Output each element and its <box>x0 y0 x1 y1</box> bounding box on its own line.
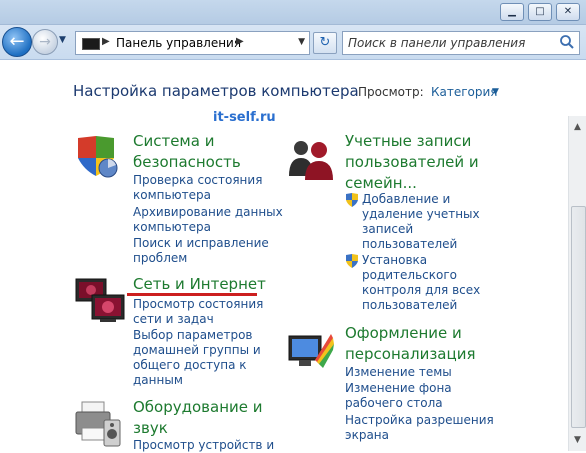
uac-shield-icon <box>346 254 358 268</box>
link-line[interactable]: компьютера <box>133 188 262 203</box>
users-icon <box>289 141 333 180</box>
page-title: Настройка параметров компьютера <box>73 82 359 100</box>
link-line[interactable]: пользователей <box>362 298 480 313</box>
forward-arrow-icon[interactable]: → <box>32 29 58 55</box>
link-add-remove-accounts[interactable]: Добавление и удаление учетных записей по… <box>362 192 480 252</box>
link-change-background[interactable]: Изменение фона рабочего стола <box>345 381 452 411</box>
search-placeholder: Поиск в панели управления <box>348 36 526 50</box>
link-line[interactable]: Просмотр состояния <box>133 297 263 312</box>
shield-icon <box>78 136 118 178</box>
link-line[interactable]: Проверка состояния <box>133 173 262 188</box>
scrollbar-thumb[interactable] <box>571 206 586 428</box>
address-dropdown-icon[interactable]: ▼ <box>298 37 305 47</box>
category-system-security[interactable]: Система и безопасность <box>133 131 241 173</box>
breadcrumb-control-panel[interactable]: Панель управления <box>116 36 241 50</box>
network-monitors-icon <box>75 278 125 322</box>
link-line[interactable]: Настройка разрешения <box>345 413 494 428</box>
link-line[interactable]: экрана <box>345 428 494 443</box>
printer-speaker-icon <box>75 401 121 447</box>
link-line[interactable]: Поиск и исправление <box>133 236 269 251</box>
link-line[interactable]: сети и задач <box>133 312 263 327</box>
link-view-network-status[interactable]: Просмотр состояния сети и задач <box>133 297 263 327</box>
minimize-button[interactable]: ▁ <box>500 3 524 21</box>
category-title-line[interactable]: Сеть и Интернет <box>133 274 266 295</box>
category-title-line[interactable]: пользователей и <box>345 152 479 173</box>
link-change-theme[interactable]: Изменение темы <box>345 365 452 380</box>
link-line[interactable]: записей <box>362 222 480 237</box>
category-user-accounts[interactable]: Учетные записи пользователей и семейн... <box>345 131 479 194</box>
title-bar: ▁ □ ✕ <box>0 0 586 25</box>
breadcrumb-arrow-icon[interactable]: ▶ <box>236 36 244 47</box>
recent-pages-dropdown-icon[interactable]: ▼ <box>59 35 66 45</box>
close-button[interactable]: ✕ <box>556 3 580 21</box>
link-screen-resolution[interactable]: Настройка разрешения экрана <box>345 413 494 443</box>
navigation-bar: ← → ▼ ▶ Панель управления ▶ ▼ ↻ Поиск в … <box>0 25 586 60</box>
link-troubleshoot[interactable]: Поиск и исправление проблем <box>133 236 269 266</box>
link-line[interactable]: рабочего стола <box>345 396 452 411</box>
link-line[interactable]: контроля для всех <box>362 283 480 298</box>
chevron-down-icon[interactable]: ▼ <box>492 87 499 97</box>
uac-shield-icon <box>346 193 358 207</box>
link-line[interactable]: проблем <box>133 251 269 266</box>
link-line[interactable]: Изменение фона <box>345 381 452 396</box>
search-icon[interactable] <box>559 34 575 50</box>
back-arrow-icon[interactable]: ← <box>2 27 32 57</box>
link-line[interactable]: пользователей <box>362 237 480 252</box>
link-line[interactable]: родительского <box>362 268 480 283</box>
control-panel-icon <box>82 38 100 50</box>
link-line[interactable]: удаление учетных <box>362 207 480 222</box>
highlight-underline <box>127 293 257 296</box>
watermark: it-self.ru <box>213 110 276 125</box>
link-line[interactable]: данным <box>133 373 261 388</box>
category-title-line[interactable]: Учетные записи <box>345 131 479 152</box>
link-line[interactable]: домашней группы и <box>133 343 261 358</box>
link-line[interactable]: Установка <box>362 253 480 268</box>
category-appearance[interactable]: Оформление и персонализация <box>345 323 475 365</box>
link-check-computer-status[interactable]: Проверка состояния компьютера <box>133 173 262 203</box>
category-hardware-sound[interactable]: Оборудование и звук <box>133 397 263 439</box>
link-backup-computer[interactable]: Архивирование данных компьютера <box>133 205 283 235</box>
scroll-down-arrow-icon[interactable]: ▼ <box>574 435 581 445</box>
refresh-icon[interactable]: ↻ <box>313 32 337 54</box>
vertical-scrollbar[interactable]: ▲ ▼ <box>568 116 586 451</box>
link-line[interactable]: общего доступа к <box>133 358 261 373</box>
category-title-line[interactable]: Оформление и <box>345 323 475 344</box>
maximize-button[interactable]: □ <box>528 3 552 21</box>
category-network-internet[interactable]: Сеть и Интернет <box>133 274 266 295</box>
scroll-up-arrow-icon[interactable]: ▲ <box>574 122 581 132</box>
category-title-line[interactable]: персонализация <box>345 344 475 365</box>
view-mode-dropdown[interactable]: Категория <box>431 85 498 99</box>
category-title-line[interactable]: звук <box>133 418 263 439</box>
view-label: Просмотр: <box>358 85 424 99</box>
address-bar[interactable]: ▶ Панель управления ▶ ▼ <box>75 31 310 55</box>
link-line[interactable]: компьютера <box>133 220 283 235</box>
breadcrumb-arrow-icon[interactable]: ▶ <box>102 36 110 47</box>
link-line[interactable]: Добавление и <box>362 192 480 207</box>
search-input[interactable]: Поиск в панели управления <box>342 31 580 55</box>
category-title-line[interactable]: семейн... <box>345 173 479 194</box>
category-title-line[interactable]: Система и <box>133 131 241 152</box>
category-title-line[interactable]: Оборудование и <box>133 397 263 418</box>
link-parental-controls[interactable]: Установка родительского контроля для все… <box>362 253 480 313</box>
category-title-line[interactable]: безопасность <box>133 152 241 173</box>
link-line[interactable]: Изменение темы <box>345 365 452 380</box>
link-line[interactable]: Архивирование данных <box>133 205 283 220</box>
appearance-monitor-icon <box>288 334 334 368</box>
link-line[interactable]: Выбор параметров <box>133 328 261 343</box>
link-homegroup-sharing[interactable]: Выбор параметров домашней группы и общег… <box>133 328 261 388</box>
